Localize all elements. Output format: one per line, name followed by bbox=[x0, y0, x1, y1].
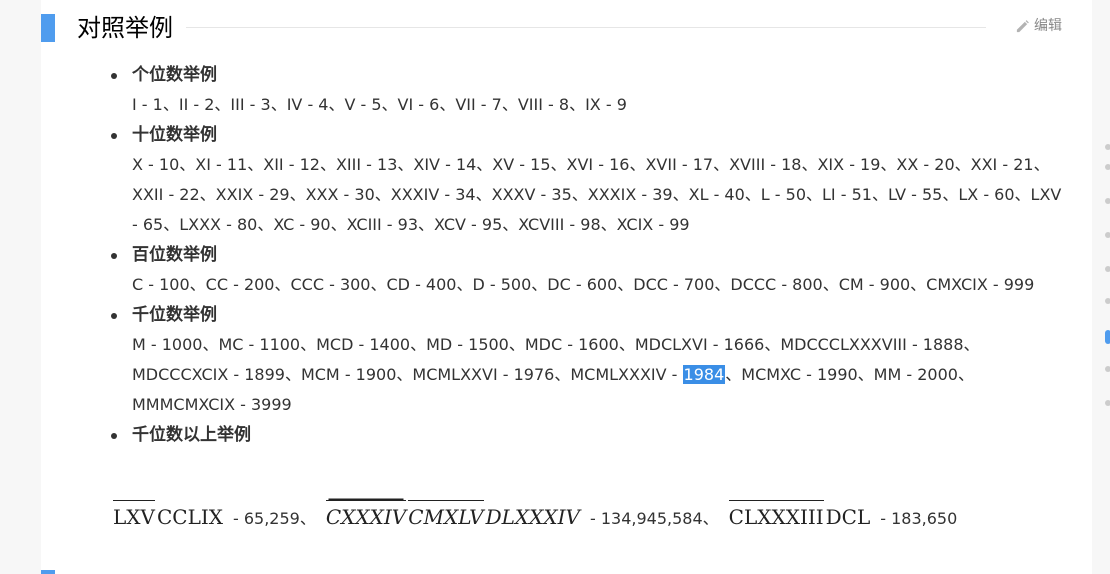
list-item-ones: 个位数举例 I - 1、II - 2、III - 3、IV - 4、V - 5、… bbox=[111, 60, 1067, 120]
list-item-above-thousands: 千位数以上举例 bbox=[111, 420, 1067, 450]
item-heading: 十位数举例 bbox=[132, 125, 217, 145]
content-page: 对照举例 编辑 个位数举例 I - 1、II - 2、III - 3、IV - … bbox=[41, 0, 1092, 574]
large-number-examples: LXV CCLIX - 65,259、 CXXXIV CMXLV DLXXXIV - 134… bbox=[113, 500, 1063, 540]
pencil-icon bbox=[1016, 19, 1029, 32]
title-divider bbox=[186, 27, 986, 28]
roman-numeral-part: LXV bbox=[113, 500, 155, 532]
nav-dot[interactable] bbox=[1105, 400, 1110, 406]
item-text: M - 1000、MC - 1100、MCD - 1400、MD - 1500、… bbox=[132, 330, 1067, 420]
item-heading: 百位数举例 bbox=[132, 245, 217, 265]
nav-dot[interactable] bbox=[1105, 232, 1110, 238]
edit-button[interactable]: 编辑 bbox=[1015, 16, 1062, 36]
list-item-tens: 十位数举例 X - 10、XI - 11、XII - 12、XIII - 13、… bbox=[111, 120, 1067, 240]
roman-numeral-part: DCL bbox=[825, 505, 871, 529]
scroll-navigator bbox=[1102, 140, 1110, 420]
nav-dot[interactable] bbox=[1105, 164, 1110, 170]
item-heading: 千位数举例 bbox=[132, 305, 217, 325]
example-list: 个位数举例 I - 1、II - 2、III - 3、IV - 4、V - 5、… bbox=[111, 60, 1067, 450]
item-text: X - 10、XI - 11、XII - 12、XIII - 13、XIV - … bbox=[132, 155, 1062, 234]
roman-numeral-part: CLXXXIII bbox=[728, 500, 824, 532]
next-section-accent bbox=[41, 570, 55, 574]
nav-dot[interactable] bbox=[1105, 298, 1110, 304]
selected-text[interactable]: 1984 bbox=[682, 365, 726, 384]
example-value: - 183,650 bbox=[880, 509, 958, 528]
roman-numeral-part: CCLIX bbox=[156, 505, 223, 529]
section-title: 对照举例 bbox=[77, 14, 173, 42]
edit-label: 编辑 bbox=[1034, 18, 1062, 34]
section-accent-bar bbox=[41, 14, 55, 42]
example-value: - 134,945,584、 bbox=[589, 509, 719, 528]
nav-dot[interactable] bbox=[1105, 366, 1110, 372]
roman-numeral-part: DLXXXIV bbox=[485, 505, 580, 529]
nav-dot-active[interactable] bbox=[1105, 330, 1110, 344]
item-text: I - 1、II - 2、III - 3、IV - 4、V - 5、VI - 6… bbox=[132, 95, 627, 114]
nav-dot[interactable] bbox=[1105, 266, 1110, 272]
nav-dot[interactable] bbox=[1105, 144, 1110, 150]
list-item-hundreds: 百位数举例 C - 100、CC - 200、CCC - 300、CD - 40… bbox=[111, 240, 1067, 300]
item-text: C - 100、CC - 200、CCC - 300、CD - 400、D - … bbox=[132, 275, 1035, 294]
nav-dot[interactable] bbox=[1105, 198, 1110, 204]
list-item-thousands: 千位数举例 M - 1000、MC - 1100、MCD - 1400、MD -… bbox=[111, 300, 1067, 420]
roman-numeral-part: CXXXIV bbox=[325, 500, 407, 532]
item-heading: 个位数举例 bbox=[132, 65, 217, 85]
example-value: - 65,259、 bbox=[233, 509, 316, 528]
roman-numeral-part: CMXLV bbox=[408, 500, 484, 532]
item-heading: 千位数以上举例 bbox=[132, 425, 251, 445]
